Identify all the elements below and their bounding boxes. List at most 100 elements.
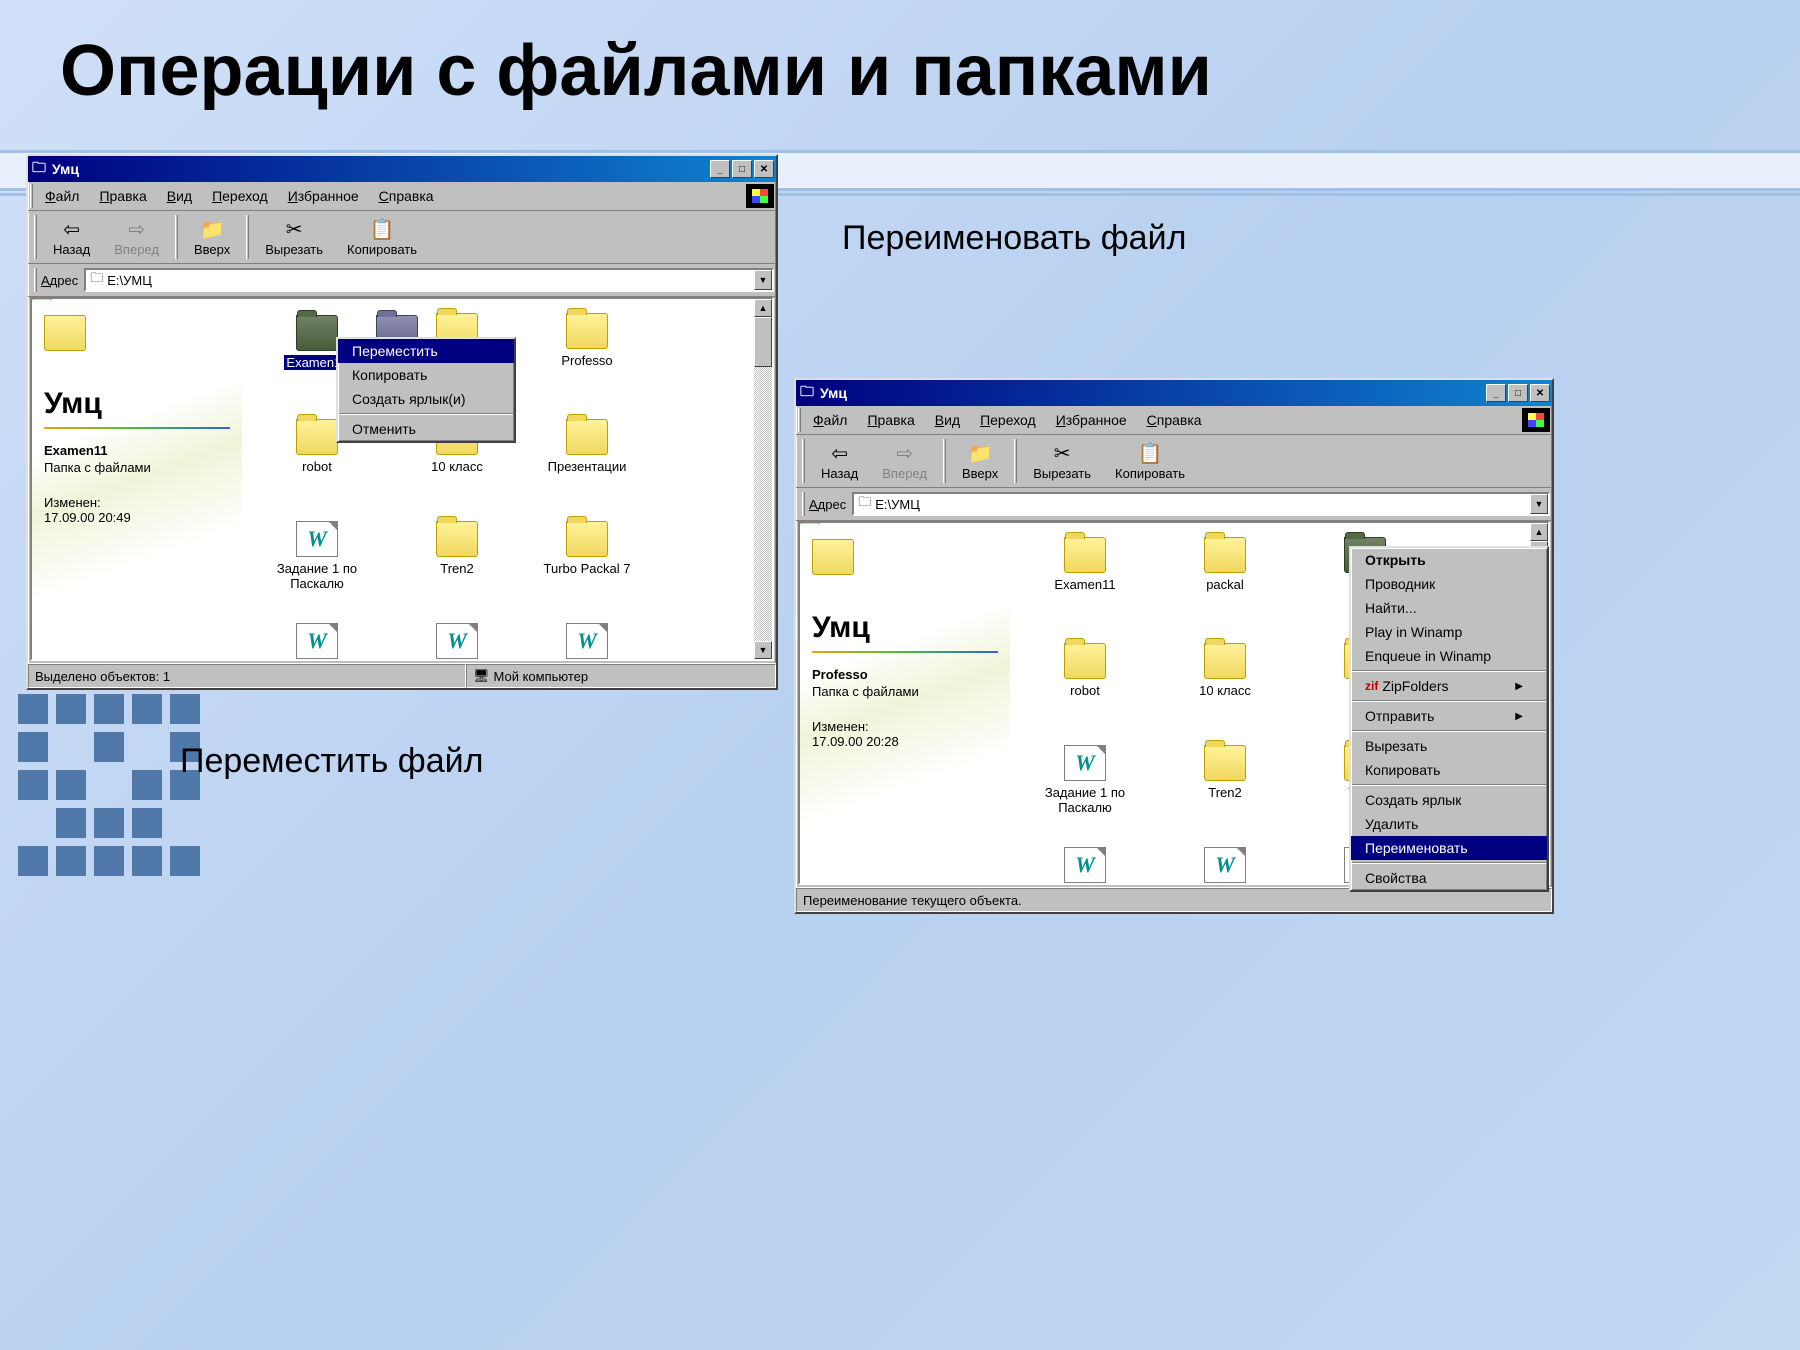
decorative-squares — [14, 690, 214, 880]
folder-item[interactable]: Examen11 — [1020, 537, 1150, 592]
up-button[interactable]: 📁Вверх — [182, 216, 242, 259]
forward-arrow-icon: ⇨ — [128, 218, 145, 242]
up-folder-icon: 📁 — [200, 218, 225, 242]
forward-arrow-icon: ⇨ — [896, 442, 913, 466]
menu-create-shortcut[interactable]: Создать ярлык — [1351, 788, 1547, 812]
folder-item[interactable]: Tren2 — [392, 521, 522, 576]
folder-icon — [812, 539, 854, 575]
folder-icon: 🗀 — [90, 269, 103, 291]
file-item[interactable]: W — [522, 623, 652, 661]
menu-copy-here[interactable]: Копировать — [338, 363, 514, 387]
close-button[interactable]: ✕ — [1530, 384, 1550, 402]
menu-create-shortcut[interactable]: Создать ярлык(и) — [338, 387, 514, 411]
forward-button[interactable]: ⇨Вперед — [870, 440, 939, 483]
menu-rename[interactable]: Переименовать — [1351, 836, 1547, 860]
menu-send-to[interactable]: Отправить▶ — [1351, 704, 1547, 728]
folder-context-menu: Открыть Проводник Найти... Play in Winam… — [1349, 546, 1549, 892]
address-combo[interactable]: 🗀 E:\УМЦ ▼ — [84, 268, 774, 292]
status-selection-count: Выделено объектов: 1 — [28, 664, 466, 688]
menu-edit[interactable]: Правка — [89, 184, 156, 208]
file-item[interactable]: WЗадание 1 по Паскалю — [1020, 745, 1150, 815]
folder-item[interactable]: Turbo Packal 7 — [522, 521, 652, 576]
folder-item[interactable]: robot — [1020, 643, 1150, 698]
folder-item[interactable]: Professo — [522, 313, 652, 368]
folder-item[interactable]: 10 класс — [1160, 643, 1290, 698]
menu-properties[interactable]: Свойства — [1351, 866, 1547, 890]
folder-item[interactable]: Презентации — [522, 419, 652, 474]
dropdown-icon[interactable]: ▼ — [1530, 494, 1548, 514]
menu-file[interactable]: Файл — [35, 184, 89, 208]
minimize-button[interactable]: _ — [710, 160, 730, 178]
minimize-button[interactable]: _ — [1486, 384, 1506, 402]
menu-help[interactable]: Справка — [369, 184, 444, 208]
menu-file[interactable]: Файл — [803, 408, 857, 432]
menu-play-winamp[interactable]: Play in Winamp — [1351, 620, 1547, 644]
menu-go[interactable]: Переход — [202, 184, 278, 208]
menu-view[interactable]: Вид — [925, 408, 970, 432]
scissors-icon: ✂ — [1054, 442, 1071, 466]
menu-go[interactable]: Переход — [970, 408, 1046, 432]
menu-cancel[interactable]: Отменить — [338, 417, 514, 441]
copy-button[interactable]: 📋Копировать — [335, 216, 429, 259]
menu-explorer[interactable]: Проводник — [1351, 572, 1547, 596]
file-item[interactable]: WЗадание 1 по Паскалю — [252, 521, 382, 591]
menu-delete[interactable]: Удалить — [1351, 812, 1547, 836]
menu-favorites[interactable]: Избранное — [1046, 408, 1137, 432]
selected-type: Папка с файлами — [812, 684, 998, 699]
address-combo[interactable]: 🗀 E:\УМЦ ▼ — [852, 492, 1550, 516]
forward-button[interactable]: ⇨Вперед — [102, 216, 171, 259]
menu-view[interactable]: Вид — [157, 184, 202, 208]
address-bar: Адрес 🗀 E:\УМЦ ▼ — [28, 264, 776, 297]
titlebar[interactable]: 🗀 Умц _ □ ✕ — [28, 156, 776, 182]
copy-icon: 📋 — [1138, 442, 1163, 466]
address-label: Адрес — [41, 273, 78, 288]
menubar: Файл Правка Вид Переход Избранное Справк… — [28, 182, 776, 211]
scroll-up-icon[interactable]: ▲ — [754, 299, 772, 317]
file-item[interactable]: W — [1160, 847, 1290, 885]
menu-edit[interactable]: Правка — [857, 408, 924, 432]
copy-button[interactable]: 📋Копировать — [1103, 440, 1197, 483]
dropdown-icon[interactable]: ▼ — [754, 270, 772, 290]
menu-enqueue-winamp[interactable]: Enqueue in Winamp — [1351, 644, 1547, 668]
vertical-scrollbar[interactable]: ▲ ▼ — [754, 299, 772, 659]
back-button[interactable]: ⇦Назад — [41, 216, 102, 259]
menu-find[interactable]: Найти... — [1351, 596, 1547, 620]
menu-open[interactable]: Открыть — [1351, 548, 1547, 572]
file-item[interactable]: W — [252, 623, 382, 661]
address-bar: Адрес 🗀 E:\УМЦ ▼ — [796, 488, 1552, 521]
titlebar[interactable]: 🗀 Умц _ □ ✕ — [796, 380, 1552, 406]
menu-favorites[interactable]: Избранное — [278, 184, 369, 208]
maximize-button[interactable]: □ — [732, 160, 752, 178]
submenu-arrow-icon: ▶ — [1515, 681, 1523, 692]
menu-zipfolders[interactable]: zifZipFolders▶ — [1351, 674, 1547, 698]
folder-item[interactable]: packal — [1160, 537, 1290, 592]
file-item[interactable]: W — [1020, 847, 1150, 885]
selected-type: Папка с файлами — [44, 460, 230, 475]
zif-icon: zif — [1365, 679, 1378, 693]
folder-icon: 🗀 — [798, 381, 816, 405]
back-button[interactable]: ⇦Назад — [809, 440, 870, 483]
info-pane: Умц Professo Папка с файлами Изменен: 17… — [800, 523, 1010, 883]
folder-item[interactable]: Tren2 — [1160, 745, 1290, 800]
menu-cut[interactable]: Вырезать — [1351, 734, 1547, 758]
back-arrow-icon: ⇦ — [63, 218, 80, 242]
cut-button[interactable]: ✂Вырезать — [253, 216, 335, 259]
title-text: Умц — [52, 161, 79, 177]
menu-copy[interactable]: Копировать — [1351, 758, 1547, 782]
maximize-button[interactable]: □ — [1508, 384, 1528, 402]
scissors-icon: ✂ — [286, 218, 303, 242]
selected-name: Examen11 — [44, 443, 230, 458]
scroll-up-icon[interactable]: ▲ — [1530, 523, 1548, 541]
menu-help[interactable]: Справка — [1137, 408, 1212, 432]
scroll-down-icon[interactable]: ▼ — [754, 641, 772, 659]
menubar: Файл Правка Вид Переход Избранное Справк… — [796, 406, 1552, 435]
close-button[interactable]: ✕ — [754, 160, 774, 178]
up-button[interactable]: 📁Вверх — [950, 440, 1010, 483]
icons-area[interactable]: Examen11 Exa Professo Professo robot 10 … — [242, 299, 754, 659]
menu-move-here[interactable]: Переместить — [338, 339, 514, 363]
scroll-thumb[interactable] — [754, 317, 772, 367]
cut-button[interactable]: ✂Вырезать — [1021, 440, 1103, 483]
file-item[interactable]: W — [392, 623, 522, 661]
slide-title: Операции с файлами и папками — [0, 0, 1800, 112]
windows-logo-icon — [1522, 408, 1550, 432]
